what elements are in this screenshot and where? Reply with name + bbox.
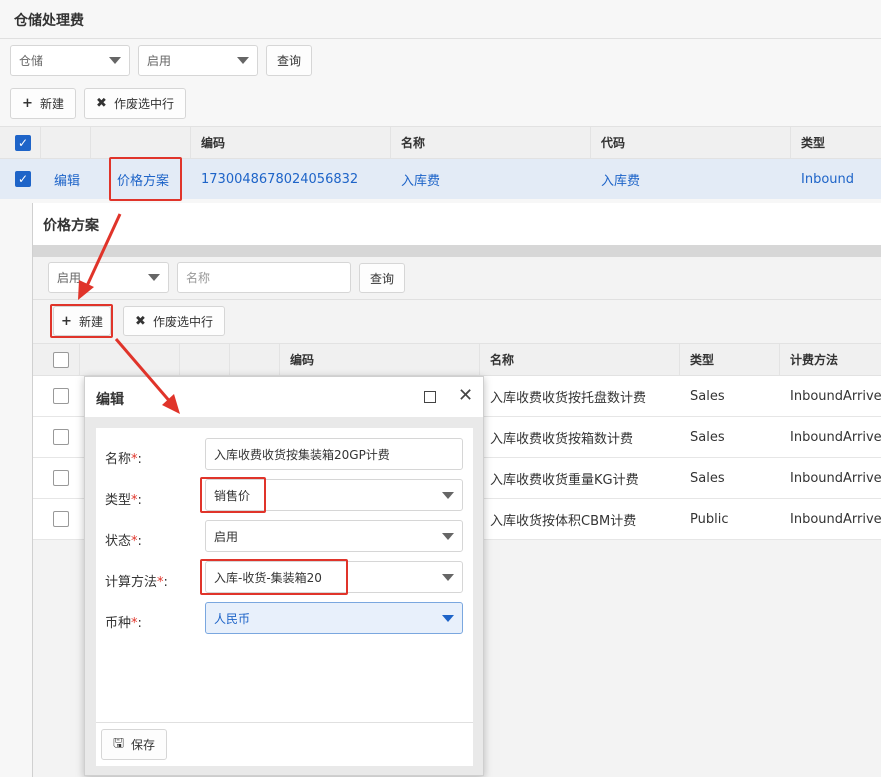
- annotation-arrow-head: [78, 280, 94, 300]
- annotation-arrow: [84, 213, 122, 289]
- annotation-arrows: [78, 213, 180, 414]
- annotation-arrow: [114, 338, 174, 405]
